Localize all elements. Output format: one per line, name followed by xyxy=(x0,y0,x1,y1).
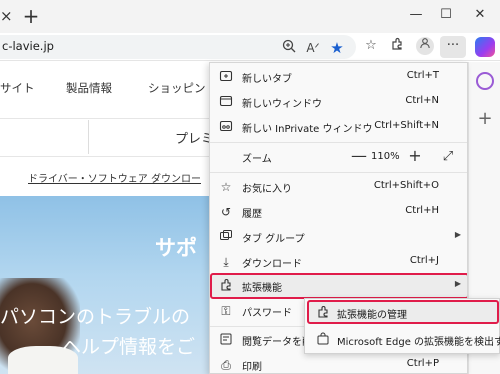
title-bar: × + — ☐ ✕ xyxy=(0,0,500,33)
site-nav-item[interactable]: ショッピン xyxy=(148,80,206,96)
menu-item-label: タブ グループ xyxy=(242,234,305,245)
submenu-arrow-icon: ▶ xyxy=(454,279,461,288)
favorite-star-icon[interactable]: ★ xyxy=(328,39,346,57)
site-nav-item[interactable]: 製品情報 xyxy=(66,80,112,96)
menu-item-label: 印刷 xyxy=(242,362,262,373)
menu-item-label: ダウンロード xyxy=(242,259,302,270)
menu-item-label: 新しいタブ xyxy=(242,74,292,85)
menu-item-shortcut: Ctrl+Shift+O xyxy=(373,180,439,191)
hero-text-line2: ヘルプ情報をご xyxy=(62,336,196,358)
menu-item-tab-groups[interactable]: タブ グループ ▶ xyxy=(210,225,467,249)
new-tab-button[interactable]: + xyxy=(22,6,40,26)
menu-zoom-row: ズーム — 110% + ⤢ xyxy=(210,145,467,169)
hero-text-line1: パソコンのトラブルの xyxy=(0,306,191,328)
favorites-icon: ☆ xyxy=(220,180,232,194)
menu-item-favorites[interactable]: ☆ お気に入り Ctrl+Shift+O xyxy=(210,175,467,199)
menu-item-label: 履歴 xyxy=(242,209,262,220)
password-icon: ⚿ xyxy=(221,304,231,318)
address-toolbar: c-lavie.jp Aᐟ ★ ☆ ··· xyxy=(0,33,500,61)
hero-title: サポ xyxy=(155,236,197,260)
download-icon: ⤓ xyxy=(223,255,229,269)
menu-item-label: Microsoft Edge の拡張機能を検出する xyxy=(337,337,500,348)
vertical-divider xyxy=(88,120,89,154)
menu-item-shortcut: Ctrl+J xyxy=(409,255,439,266)
menu-item-shortcut: Ctrl+Shift+N xyxy=(374,120,439,131)
menu-item-shortcut: Ctrl+T xyxy=(406,70,439,81)
sidebar-add-icon[interactable]: + xyxy=(476,110,494,128)
tab-close-icon[interactable]: × xyxy=(0,9,13,24)
extensions-submenu: 拡張機能の管理 Microsoft Edge の拡張機能を検出する xyxy=(304,298,500,354)
menu-item-extensions[interactable]: 拡張機能 ▶ xyxy=(210,274,467,298)
menu-item-edge-extensions[interactable]: Microsoft Edge の拡張機能を検出する xyxy=(305,328,500,352)
address-bar[interactable]: c-lavie.jp Aᐟ ★ xyxy=(0,35,356,59)
new-tab-icon xyxy=(218,69,234,85)
url-text[interactable]: c-lavie.jp xyxy=(2,39,54,53)
zoom-out-button[interactable]: — xyxy=(350,146,368,165)
menu-item-new-window[interactable]: 新しいウィンドウ Ctrl+N xyxy=(210,90,467,114)
submenu-arrow-icon: ▶ xyxy=(454,230,461,239)
menu-item-print[interactable]: ⎙ 印刷 Ctrl+P xyxy=(210,353,467,373)
menu-divider xyxy=(210,172,467,173)
close-window-button[interactable]: ✕ xyxy=(470,5,490,25)
extensions-icon xyxy=(315,305,331,321)
history-icon: ↺ xyxy=(220,205,232,219)
zoom-value: 110% xyxy=(371,151,400,162)
menu-item-shortcut: Ctrl+N xyxy=(405,95,439,106)
minimize-button[interactable]: — xyxy=(406,5,426,25)
new-window-icon xyxy=(218,94,234,110)
menu-item-manage-extensions[interactable]: 拡張機能の管理 xyxy=(305,301,500,325)
menu-item-label: お気に入り xyxy=(242,184,292,195)
maximize-button[interactable]: ☐ xyxy=(436,5,456,25)
menu-item-new-tab[interactable]: 新しいタブ Ctrl+T xyxy=(210,65,467,89)
menu-item-inprivate[interactable]: 新しい InPrivate ウィンドウ Ctrl+Shift+N xyxy=(210,115,467,139)
zoom-label: ズーム xyxy=(242,154,272,165)
menu-item-shortcut: Ctrl+H xyxy=(405,205,439,216)
print-icon: ⎙ xyxy=(221,358,231,372)
store-icon xyxy=(315,332,331,348)
settings-more-button[interactable]: ··· xyxy=(440,36,466,58)
fullscreen-icon[interactable]: ⤢ xyxy=(440,149,456,164)
profile-avatar[interactable] xyxy=(416,37,434,55)
site-nav-item[interactable]: サイト xyxy=(0,80,35,96)
menu-item-label: パスワード xyxy=(242,308,292,319)
sidebar-search-icon[interactable] xyxy=(476,72,494,90)
tab-groups-icon xyxy=(218,229,234,245)
clear-data-icon xyxy=(218,332,234,348)
menu-item-label: 拡張機能 xyxy=(242,283,282,294)
menu-item-downloads[interactable]: ⤓ ダウンロード Ctrl+J xyxy=(210,250,467,274)
favorites-bar-icon[interactable]: ☆ xyxy=(362,37,380,55)
inprivate-icon xyxy=(218,119,234,135)
menu-item-label: 拡張機能の管理 xyxy=(337,310,407,321)
zoom-in-button[interactable]: + xyxy=(406,146,424,165)
menu-divider xyxy=(210,142,467,143)
menu-item-history[interactable]: ↺ 履歴 Ctrl+H xyxy=(210,200,467,224)
menu-item-shortcut: Ctrl+P xyxy=(406,358,439,369)
driver-download-link[interactable]: ドライバー・ソフトウェア ダウンロー xyxy=(28,170,201,185)
read-aloud-icon[interactable]: Aᐟ xyxy=(304,39,322,57)
extensions-icon xyxy=(218,278,234,294)
menu-item-label: 新しい InPrivate ウィンドウ xyxy=(242,124,373,135)
extensions-toolbar-icon[interactable] xyxy=(388,37,406,55)
copilot-icon[interactable] xyxy=(475,37,495,57)
menu-item-label: 新しいウィンドウ xyxy=(242,99,322,110)
zoom-icon[interactable] xyxy=(280,39,298,57)
